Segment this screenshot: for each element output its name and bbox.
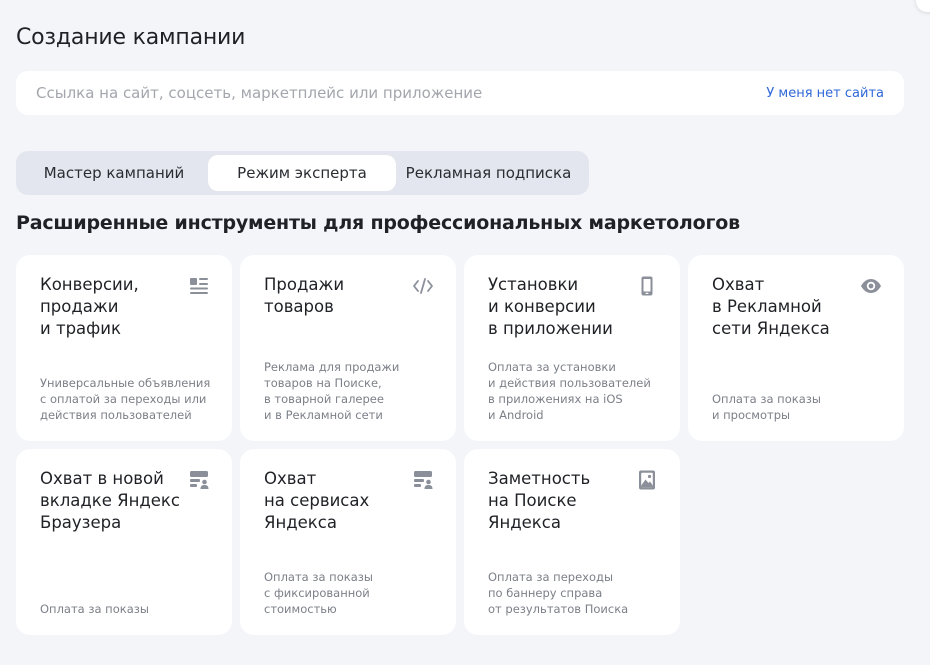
card-description: Оплата за показы и просмотры [712, 392, 821, 422]
card-ad-network-reach[interactable]: Охват в Рекламной сети Яндекса Оплата за… [688, 255, 904, 441]
card-title: Охват на сервисах Яндекса [264, 469, 370, 532]
card-title: Заметность на Поиске Яндекса [488, 469, 591, 532]
eye-icon [860, 275, 882, 297]
card-description: Универсальные объявления с оплатой за пе… [40, 376, 211, 422]
section-title: Расширенные инструменты для профессионал… [16, 212, 740, 234]
card-description: Реклама для продажи товаров на Поиске, в… [264, 360, 400, 422]
page-title: Создание кампании [16, 25, 246, 50]
card-search-visibility[interactable]: Заметность на Поиске Яндекса Оплата за п… [464, 449, 680, 635]
card-title: Продажи товаров [264, 275, 345, 316]
card-description: Оплата за показы [40, 602, 149, 616]
mode-tabs: Мастер кампаний Режим эксперта Рекламная… [16, 151, 589, 195]
code-icon [412, 275, 434, 297]
card-app-installs[interactable]: Установки и конверсии в приложении Оплат… [464, 255, 680, 441]
banner-user-icon [188, 469, 210, 491]
card-yandex-services-reach[interactable]: Охват на сервисах Яндекса Оплата за пока… [240, 449, 456, 635]
image-icon [636, 469, 658, 491]
tab-campaign-wizard[interactable]: Мастер кампаний [20, 155, 208, 191]
site-url-input[interactable]: Ссылка на сайт, соцсеть, маркетплейс или… [16, 71, 904, 115]
card-browser-new-tab-reach[interactable]: Охват в новой вкладке Яндекс Браузера Оп… [16, 449, 232, 635]
site-url-placeholder: Ссылка на сайт, соцсеть, маркетплейс или… [36, 84, 483, 102]
tab-expert-mode[interactable]: Режим эксперта [208, 155, 396, 191]
card-title: Охват в Рекламной сети Яндекса [712, 275, 830, 338]
smartphone-icon [636, 275, 658, 297]
card-title: Конверсии, продажи и трафик [40, 275, 139, 338]
no-site-link[interactable]: У меня нет сайта [766, 86, 884, 101]
card-description: Оплата за показы с фиксированной стоимос… [264, 570, 373, 616]
tab-ad-subscription[interactable]: Рекламная подписка [396, 155, 581, 191]
top-right-corner-element [916, 0, 930, 12]
card-description: Оплата за переходы по баннеру справа от … [488, 570, 629, 616]
list-icon [188, 275, 210, 297]
card-product-sales[interactable]: Продажи товаров Реклама для продажи това… [240, 255, 456, 441]
card-title: Установки и конверсии в приложении [488, 275, 613, 338]
card-conversions-sales-traffic[interactable]: Конверсии, продажи и трафик Универсальны… [16, 255, 232, 441]
banner-user-icon [412, 469, 434, 491]
card-description: Оплата за установки и действия пользоват… [488, 360, 651, 422]
card-title: Охват в новой вкладке Яндекс Браузера [40, 469, 180, 532]
